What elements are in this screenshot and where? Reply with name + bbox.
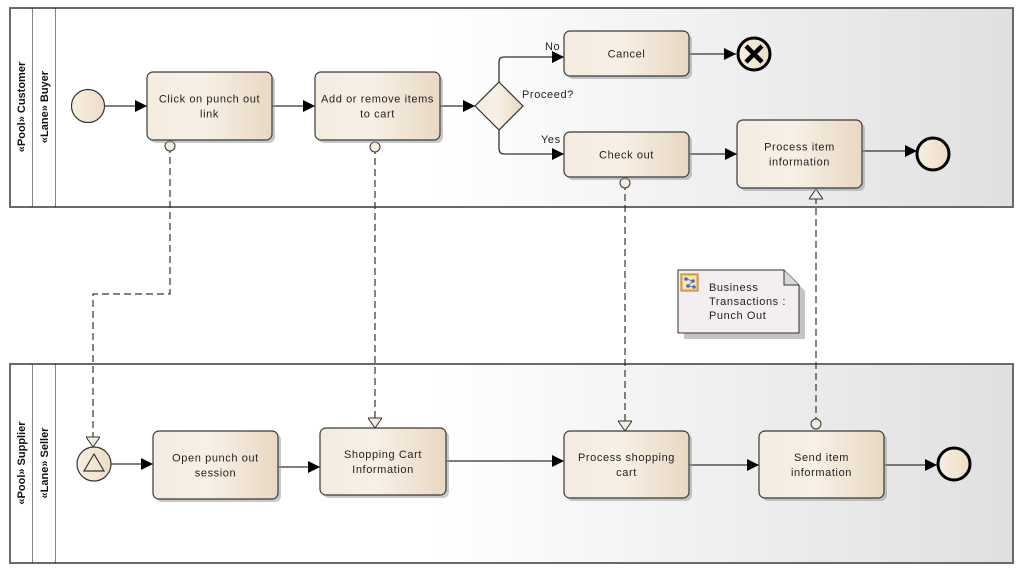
task-label-line: Open punch out <box>172 453 259 465</box>
gateway-no-label: No <box>545 41 560 53</box>
seller-end-event[interactable] <box>936 446 972 482</box>
gateway-yes-label: Yes <box>541 134 561 146</box>
task-label-line: cart <box>616 467 637 479</box>
task-process-item-information[interactable]: Process item information <box>736 119 865 191</box>
task-box <box>152 430 279 500</box>
task-shopping-cart-information[interactable]: Shopping Cart Information <box>319 427 449 498</box>
task-open-punch-out-session[interactable]: Open punch out session <box>152 430 281 502</box>
buyer-end-event[interactable] <box>915 136 951 172</box>
task-send-item-information[interactable]: Send item information <box>758 430 887 501</box>
task-label-line: Cancel <box>608 49 646 61</box>
task-check-out[interactable]: Check out <box>563 131 692 180</box>
business-process-icon <box>680 273 699 292</box>
task-label-line: Send item <box>794 452 849 464</box>
task-process-shopping-cart[interactable]: Process shopping cart <box>563 430 692 501</box>
task-box <box>146 71 273 141</box>
task-label-line: Check out <box>599 150 654 162</box>
task-box <box>314 71 441 141</box>
task-label-line: Process item <box>764 142 835 154</box>
task-label-line: information <box>791 467 852 479</box>
note-line-1: Business <box>709 282 758 294</box>
pool-customer-label: «Pool» Customer <box>16 61 28 152</box>
task-label-line: Process shopping <box>578 452 675 464</box>
task-label-line: Shopping Cart <box>344 449 422 461</box>
bpmn-diagram-canvas: «Pool» Customer «Lane» Buyer «Pool» Supp… <box>9 7 1014 564</box>
business-transactions-note[interactable]: Business Transactions : Punch Out <box>677 269 805 339</box>
note-folded-corner <box>783 270 799 286</box>
task-add-or-remove-items-to-cart[interactable]: Add or remove items to cart <box>314 71 443 143</box>
pool-supplier-label: «Pool» Supplier <box>16 421 28 505</box>
task-label-line: link <box>200 109 219 121</box>
task-box <box>758 430 885 499</box>
note-line-2: Transactions : <box>709 296 786 308</box>
lane-seller-label: «Lane» Seller <box>39 427 51 499</box>
seller-message-start-event[interactable] <box>76 446 112 482</box>
task-box <box>736 119 863 189</box>
lane-buyer-label: «Lane» Buyer <box>39 70 51 143</box>
gateway-label: Proceed? <box>522 89 574 101</box>
task-label-line: Add or remove items <box>321 94 434 106</box>
task-label-line: to cart <box>360 109 395 121</box>
buyer-start-event[interactable] <box>70 88 106 124</box>
task-click-on-punch-out-link[interactable]: Click on punch out link <box>146 71 275 143</box>
task-cancel[interactable]: Cancel <box>563 30 692 79</box>
task-box <box>319 427 447 496</box>
task-box <box>563 430 690 499</box>
buyer-cancel-end-event[interactable] <box>736 36 772 72</box>
note-line-3: Punch Out <box>709 310 766 322</box>
task-label-line: Click on punch out <box>159 94 260 106</box>
task-label-line: information <box>769 157 830 169</box>
task-label-line: Information <box>352 464 414 476</box>
task-label-line: session <box>195 468 237 480</box>
